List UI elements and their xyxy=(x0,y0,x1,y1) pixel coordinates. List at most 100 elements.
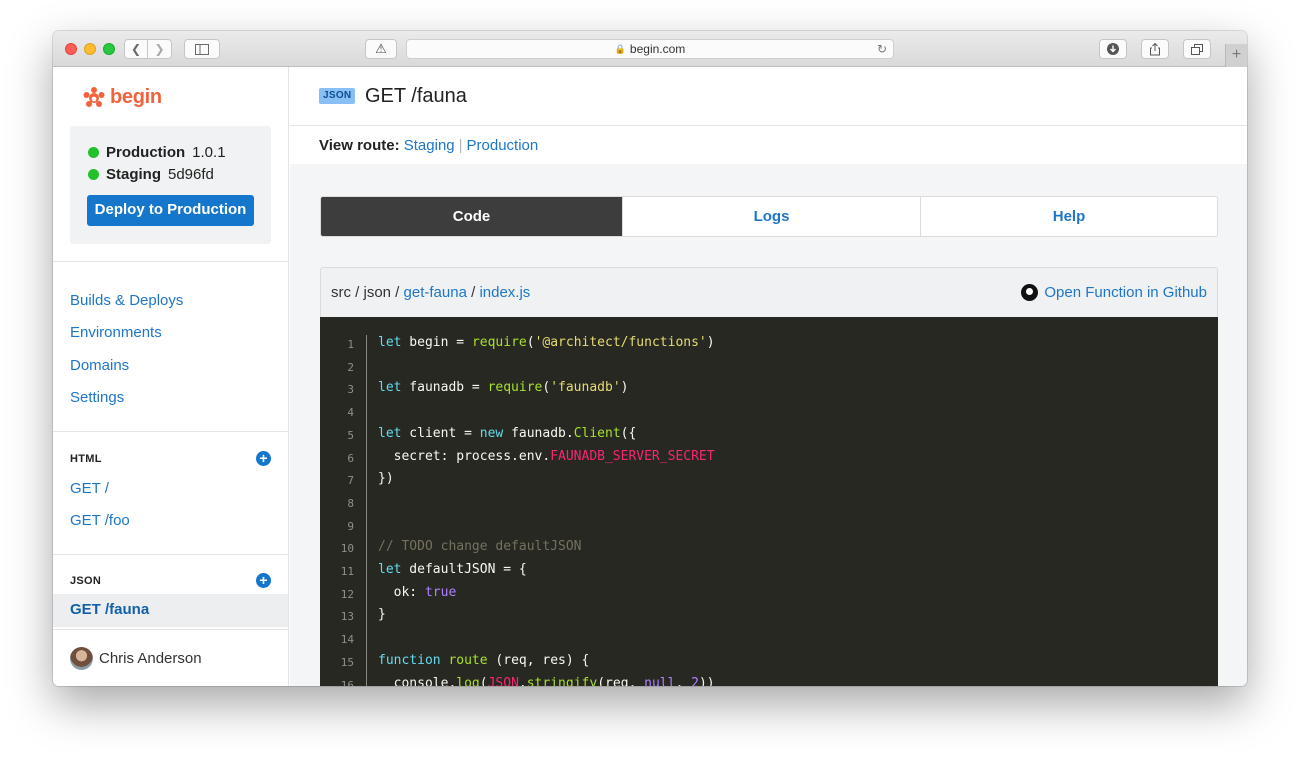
route-type-badge: JSON xyxy=(319,88,356,104)
tabs-icon xyxy=(1191,43,1203,55)
json-section-heading: JSON xyxy=(70,575,102,587)
view-route-staging-link[interactable]: Staging xyxy=(404,137,455,154)
line-number: 8 xyxy=(347,496,354,510)
github-icon xyxy=(1021,284,1039,301)
zoom-window-button[interactable] xyxy=(103,43,115,55)
line-number: 10 xyxy=(340,542,354,556)
lock-icon: 🔒 xyxy=(614,43,626,54)
env-version: 5d96fd xyxy=(168,166,214,183)
path-folder-link[interactable]: get-fauna xyxy=(404,284,467,301)
security-warning-button[interactable]: ⚠ xyxy=(365,39,397,59)
code-line: function route (req, res) { xyxy=(378,652,590,668)
line-number: 9 xyxy=(347,519,354,533)
avatar xyxy=(70,647,93,670)
begin-logo-icon xyxy=(83,86,105,107)
begin-logo[interactable]: begin xyxy=(83,86,162,109)
code-line: let faunadb = require('faunadb') xyxy=(378,380,629,396)
line-number: 5 xyxy=(347,428,354,442)
tab-help[interactable]: Help xyxy=(920,197,1217,236)
chevron-right-icon: ❯ xyxy=(154,42,165,56)
breadcrumb: src / json / get-fauna / index.js xyxy=(331,284,530,301)
code-line: } xyxy=(378,607,386,623)
path-prefix: src / json / xyxy=(331,284,404,301)
code-line: secret: process.env.FAUNADB_SERVER_SECRE… xyxy=(378,448,715,464)
user-menu[interactable]: Chris Anderson xyxy=(70,647,202,670)
route-header: JSON GET /fauna xyxy=(290,67,1247,126)
env-name: Production xyxy=(106,144,186,161)
line-number: 7 xyxy=(347,474,354,488)
path-separator: / xyxy=(466,284,480,301)
forward-button[interactable]: ❯ xyxy=(148,39,172,59)
divider xyxy=(53,629,289,630)
deploy-to-production-button[interactable]: Deploy to Production xyxy=(87,195,254,226)
code-editor[interactable]: 1 let begin = require('@architect/functio… xyxy=(320,317,1218,686)
env-name: Staging xyxy=(106,166,161,183)
share-button[interactable] xyxy=(1141,39,1169,59)
view-route-label: View route: xyxy=(319,137,400,154)
close-window-button[interactable] xyxy=(65,43,77,55)
main-content: JSON GET /fauna View route: Staging | Prod… xyxy=(290,67,1247,686)
share-icon xyxy=(1150,42,1160,55)
link-separator: | xyxy=(458,137,463,154)
tab-code[interactable]: Code xyxy=(321,197,622,236)
code-line: let begin = require('@architect/function… xyxy=(378,335,715,350)
status-dot-icon xyxy=(88,147,99,158)
sidebar-item-builds-deploys[interactable]: Builds & Deploys xyxy=(70,292,183,309)
env-production[interactable]: Production 1.0.1 xyxy=(88,144,226,161)
code-line: ok: true xyxy=(378,584,457,600)
line-number: 1 xyxy=(347,338,354,351)
downloads-button[interactable] xyxy=(1099,39,1127,59)
chevron-left-icon: ❮ xyxy=(130,42,142,56)
code-line: let client = new faunadb.Client({ xyxy=(378,425,637,441)
code-line: console.log(JSON.stringify(req, null, 2)… xyxy=(378,675,715,687)
browser-window: ❮ ❯ ⚠ 🔒 begin.com ↻ + begin Production 1… xyxy=(53,31,1247,686)
warning-icon: ⚠ xyxy=(375,41,387,56)
sidebar-item-settings[interactable]: Settings xyxy=(70,389,124,406)
gutter-divider xyxy=(366,335,367,686)
route-label: GET /fauna xyxy=(70,601,150,618)
line-number: 14 xyxy=(340,633,354,647)
add-json-route-button[interactable]: + xyxy=(256,573,271,588)
address-bar[interactable]: 🔒 begin.com ↻ xyxy=(406,39,894,59)
url-text: begin.com xyxy=(629,42,686,56)
view-route-production-link[interactable]: Production xyxy=(467,137,539,154)
browser-toolbar: ❮ ❯ ⚠ 🔒 begin.com ↻ + xyxy=(53,31,1247,67)
open-in-github-link[interactable]: Open Function in Github xyxy=(1021,284,1207,301)
minimize-window-button[interactable] xyxy=(84,43,96,55)
env-staging[interactable]: Staging 5d96fd xyxy=(88,166,214,183)
line-number: 6 xyxy=(347,451,354,465)
view-route-bar: View route: Staging | Production xyxy=(290,126,1247,164)
add-html-route-button[interactable]: + xyxy=(256,451,271,466)
tab-overview-button[interactable] xyxy=(1183,39,1211,59)
divider xyxy=(53,261,289,262)
sidebar: begin Production 1.0.1 Staging 5d96fd De… xyxy=(53,67,289,686)
sidebar-route-get-fauna[interactable]: GET /fauna xyxy=(53,594,288,627)
sidebar-route-get-foo[interactable]: GET /foo xyxy=(70,512,130,529)
file-path-bar: src / json / get-fauna / index.js Open F… xyxy=(320,267,1218,317)
environment-card: Production 1.0.1 Staging 5d96fd Deploy t… xyxy=(70,126,271,244)
divider xyxy=(53,554,289,555)
tab-bar: Code Logs Help xyxy=(320,196,1218,237)
code-line: }) xyxy=(378,471,394,487)
line-number: 3 xyxy=(347,383,354,397)
tab-logs[interactable]: Logs xyxy=(622,197,920,236)
path-file-link[interactable]: index.js xyxy=(479,284,530,301)
reload-icon[interactable]: ↻ xyxy=(877,42,887,56)
sidebar-icon xyxy=(195,43,209,55)
page-title: GET /fauna xyxy=(365,85,467,107)
divider xyxy=(53,431,289,432)
sidebar-item-environments[interactable]: Environments xyxy=(70,324,162,341)
sidebar-item-domains[interactable]: Domains xyxy=(70,357,129,374)
sidebar-toggle-button[interactable] xyxy=(184,39,220,59)
line-number: 4 xyxy=(347,406,354,420)
download-icon xyxy=(1107,43,1119,55)
new-tab-button[interactable]: + xyxy=(1225,44,1247,67)
line-number: 11 xyxy=(340,565,354,578)
line-number: 2 xyxy=(347,360,354,374)
line-number: 12 xyxy=(340,587,354,601)
sidebar-route-get-root[interactable]: GET / xyxy=(70,480,109,497)
line-number: 13 xyxy=(340,610,354,624)
back-button[interactable]: ❮ xyxy=(124,39,148,59)
user-name: Chris Anderson xyxy=(99,650,202,667)
line-number: 16 xyxy=(340,678,354,687)
